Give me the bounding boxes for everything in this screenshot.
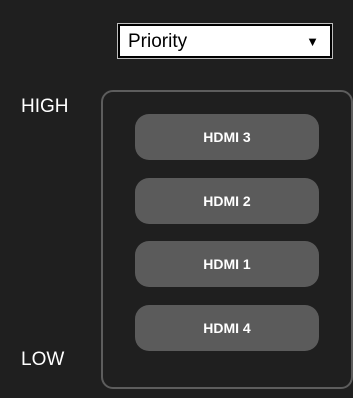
low-priority-label: LOW xyxy=(21,349,65,370)
high-priority-label: HIGH xyxy=(21,96,69,117)
priority-item-hdmi-2[interactable]: HDMI 2 xyxy=(135,178,319,224)
priority-item-hdmi-4[interactable]: HDMI 4 xyxy=(135,305,319,351)
dropdown-arrow-icon[interactable]: ▼ xyxy=(306,34,319,50)
select-selected-value: Priority xyxy=(128,31,188,52)
priority-item-hdmi-3[interactable]: HDMI 3 xyxy=(135,114,319,160)
priority-item-hdmi-1[interactable]: HDMI 1 xyxy=(135,241,319,287)
input-priority-select[interactable]: Priority ▼ xyxy=(118,24,332,58)
